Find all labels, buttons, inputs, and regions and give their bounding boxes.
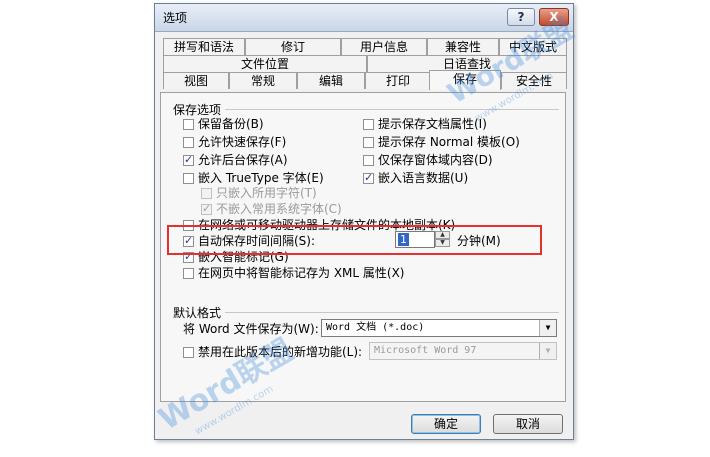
keep-backup-checkbox[interactable]: [183, 119, 194, 130]
autosave-highlight-box: [167, 225, 542, 255]
tab-edit[interactable]: 编辑: [297, 72, 365, 89]
smart-tags-xml-label: 在网页中将智能标记存为 XML 属性(X): [198, 266, 405, 280]
form-data-only-label: 仅保存窗体域内容(D): [378, 153, 493, 167]
chevron-down-icon[interactable]: ▼: [539, 343, 556, 359]
no-common-fonts-label: 不嵌入常用系统字体(C): [216, 202, 342, 216]
tab-save[interactable]: 保存: [429, 70, 501, 90]
cancel-button[interactable]: 取消: [493, 414, 563, 434]
embed-truetype-label: 嵌入 TrueType 字体(E): [198, 171, 324, 185]
disable-features-label: 禁用在此版本后的新增功能(L):: [198, 345, 363, 359]
dialog-title: 选项: [163, 11, 188, 25]
tab-print[interactable]: 打印: [365, 72, 431, 89]
close-button[interactable]: X: [539, 8, 569, 26]
prompt-normal-template-checkbox[interactable]: [363, 137, 374, 148]
tab-compatibility[interactable]: 兼容性: [427, 38, 499, 55]
prompt-doc-props-checkbox[interactable]: [363, 119, 374, 130]
tab-asian-typography[interactable]: 中文版式: [499, 38, 567, 55]
embed-language-data-label: 嵌入语言数据(U): [378, 171, 469, 185]
prompt-normal-template-label: 提示保存 Normal 模板(O): [378, 135, 520, 149]
background-save-label: 允许后台保存(A): [198, 153, 288, 167]
save-options-group-title: 保存选项: [173, 103, 222, 117]
help-button[interactable]: ?: [507, 8, 535, 26]
disable-features-value: Microsoft Word 97: [374, 345, 477, 356]
tab-general[interactable]: 常规: [229, 72, 297, 89]
group-divider: [225, 109, 559, 110]
background-save-checkbox[interactable]: [183, 153, 194, 166]
disable-features-select[interactable]: Microsoft Word 97 ▼: [369, 342, 557, 360]
tab-spelling-grammar[interactable]: 拼写和语法: [163, 38, 245, 55]
tab-security[interactable]: 安全性: [501, 72, 567, 89]
save-as-value: Word 文档 (*.doc): [326, 322, 425, 333]
save-as-label: 将 Word 文件保存为(W):: [183, 322, 319, 336]
embed-language-data-checkbox[interactable]: [363, 171, 374, 184]
no-common-fonts-checkbox[interactable]: [201, 202, 212, 215]
fast-save-label: 允许快速保存(F): [198, 135, 287, 149]
tab-revisions[interactable]: 修订: [245, 38, 341, 55]
tab-user-info[interactable]: 用户信息: [341, 38, 427, 55]
ok-button[interactable]: 确定: [411, 414, 481, 434]
options-dialog: 选项 ? X 拼写和语法 修订 用户信息 兼容性 中文版式 文件位置 日语查找 …: [154, 3, 574, 440]
embed-used-chars-label: 只嵌入所用字符(T): [216, 186, 317, 200]
tab-file-locations[interactable]: 文件位置: [163, 55, 367, 72]
prompt-doc-props-label: 提示保存文档属性(I): [378, 117, 487, 131]
fast-save-checkbox[interactable]: [183, 137, 194, 148]
form-data-only-checkbox[interactable]: [363, 155, 374, 166]
disable-features-checkbox[interactable]: [183, 347, 194, 358]
embed-used-chars-checkbox[interactable]: [201, 188, 212, 199]
group-divider: [225, 312, 559, 313]
tab-view[interactable]: 视图: [163, 72, 229, 89]
keep-backup-label: 保留备份(B): [198, 117, 264, 131]
chevron-down-icon[interactable]: ▼: [539, 320, 556, 336]
smart-tags-xml-checkbox[interactable]: [183, 268, 194, 279]
default-format-group-title: 默认格式: [173, 306, 222, 320]
save-as-select[interactable]: Word 文档 (*.doc) ▼: [321, 319, 557, 337]
title-bar: 选项 ? X: [155, 4, 573, 32]
embed-truetype-checkbox[interactable]: [183, 173, 194, 184]
